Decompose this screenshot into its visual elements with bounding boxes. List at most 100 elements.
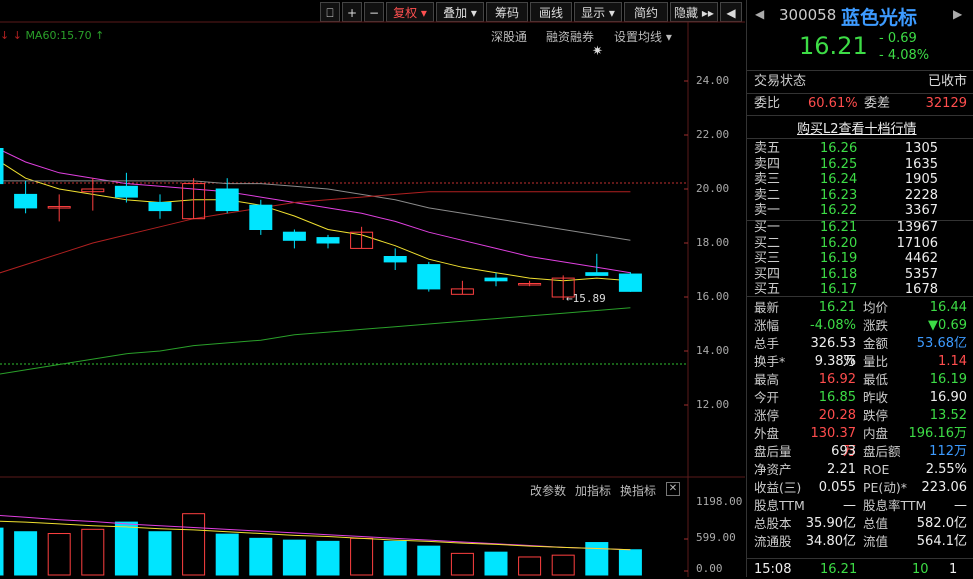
stat-value: 16.21: [818, 300, 856, 315]
stat-row: 换手* 9.38% 量比 1.14: [754, 353, 967, 371]
volume-bar: [249, 537, 273, 576]
volume-tick: 0.00: [696, 562, 723, 575]
y-tick: 18.00: [696, 236, 730, 249]
stat-value: 16.90: [929, 390, 967, 405]
volume-bar: [450, 552, 474, 576]
y-tick: 16.00: [696, 290, 730, 303]
volume-bar: [417, 545, 441, 576]
candle-down: [417, 264, 441, 290]
volume-bar: [585, 542, 609, 576]
tick-row: 15:08 16.21 10 1: [754, 562, 958, 577]
stock-code: 300058: [779, 6, 837, 24]
candle-down: [114, 185, 138, 198]
stat-label: 盘后额: [863, 444, 901, 459]
stat-value: 16.85: [818, 390, 856, 405]
stat-value: 34.80亿: [805, 534, 856, 549]
stat-value: 20.28: [818, 408, 856, 423]
add-indicator-link[interactable]: 加指标: [575, 482, 611, 499]
bid-volume: 1678: [904, 282, 938, 297]
candle-down: [585, 272, 609, 276]
stat-label: 最高: [754, 372, 780, 387]
stat-value: ▼0.69: [928, 318, 967, 333]
candle-down: [215, 188, 239, 212]
ma-line-ma20: [0, 180, 631, 241]
stat-value: 53.68亿: [916, 336, 967, 351]
volume-bar: [618, 549, 642, 576]
price-change: - 0.69: [879, 31, 917, 46]
stat-value: —: [954, 498, 967, 513]
stat-label: 盘后量: [754, 444, 792, 459]
stat-label: 金额: [863, 336, 889, 351]
volume-bar: [14, 531, 38, 576]
bid-label: 买五: [754, 282, 781, 297]
switch-indicator-link[interactable]: 换指标: [620, 482, 656, 499]
ask-volume: 3367: [904, 203, 938, 218]
chevron-left-icon[interactable]: ◀: [755, 7, 764, 21]
candle-down: [316, 237, 340, 244]
volume-bar: [551, 554, 575, 576]
ma-line-ma30: [0, 191, 631, 274]
stat-label: 净资产: [754, 462, 792, 477]
stat-value: 2.55%: [925, 462, 967, 477]
stat-label: 流通股: [754, 534, 792, 549]
stat-value: 2.21: [827, 462, 856, 477]
ma-line-ma60: [0, 307, 631, 375]
stock-name: 蓝色光标: [841, 7, 918, 29]
y-tick: 20.00: [696, 182, 730, 195]
stat-row: 流通股 34.80亿 流值 564.1亿: [754, 533, 967, 551]
candle-down: [148, 202, 172, 212]
stat-label: 涨停: [754, 408, 780, 423]
ask-label: 卖一: [754, 203, 781, 218]
stat-label: 均价: [863, 300, 889, 315]
volume-bar: [518, 556, 542, 576]
ask-row: 卖一 16.22 3367: [754, 202, 967, 220]
stat-value: 16.44: [929, 300, 967, 315]
edit-params-link[interactable]: 改参数: [530, 482, 566, 499]
y-tick: 24.00: [696, 74, 730, 87]
stat-label: 今开: [754, 390, 780, 405]
stat-value: 112万: [929, 444, 967, 459]
candle-down: [383, 256, 407, 263]
stat-label: 外盘: [754, 426, 780, 441]
candle-down: [484, 277, 508, 282]
volume-bar: [182, 513, 206, 576]
volume-tick: 599.00: [696, 531, 736, 544]
candle-down: [249, 204, 273, 230]
stat-row: 今开 16.85 昨收 16.90: [754, 389, 967, 407]
stat-label: 涨跌: [863, 318, 889, 333]
stat-value: 0.055: [818, 480, 856, 495]
volume-ma-line: [0, 514, 631, 551]
volume-bar: [350, 537, 374, 576]
last-price: 16.21: [799, 32, 868, 60]
kline-chart-area[interactable]: ⎕ + − 复权 ▾ 叠加 ▾ 筹码 画线 显示 ▾ 简约 隐藏 ▸▸ ◀ ↓ …: [0, 0, 745, 577]
y-tick: 14.00: [696, 344, 730, 357]
volume-bar: [148, 531, 172, 576]
y-tick: 22.00: [696, 128, 730, 141]
stat-row: 最高 16.92 最低 16.19: [754, 371, 967, 389]
bid-price: 16.17: [820, 282, 858, 297]
stat-value: 564.1亿: [916, 534, 967, 549]
volume-bar: [215, 533, 239, 576]
volume-bar: [114, 521, 138, 576]
close-icon[interactable]: ✕: [666, 482, 680, 496]
l2-purchase-link[interactable]: 购买L2查看十档行情: [797, 118, 917, 137]
low-price-marker: ←15.89: [566, 292, 606, 305]
stat-value: 582.0亿: [916, 516, 967, 531]
stat-row: 涨停 20.28 跌停 13.52: [754, 407, 967, 425]
stat-value: 693: [831, 444, 856, 459]
stat-label: 总值: [863, 516, 889, 531]
stat-row: 总股本 35.90亿 总值 582.0亿: [754, 515, 967, 533]
volume-bar: [81, 528, 105, 576]
stat-row: 净资产 2.21 ROE 2.55%: [754, 461, 967, 479]
candle-down: [14, 193, 38, 209]
trade-status-row: 交易状态 已收市: [754, 74, 967, 89]
ma-line-ma10: [0, 149, 631, 274]
chevron-right-icon[interactable]: ▶: [953, 7, 962, 21]
stat-value: 1.14: [938, 354, 967, 369]
stat-label: 最新: [754, 300, 780, 315]
stat-row: 最新 16.21 均价 16.44: [754, 299, 967, 317]
stat-label: PE(动)*: [863, 480, 907, 495]
stat-label: ROE: [863, 462, 890, 477]
stat-label: 量比: [863, 354, 889, 369]
stat-label: 流值: [863, 534, 889, 549]
